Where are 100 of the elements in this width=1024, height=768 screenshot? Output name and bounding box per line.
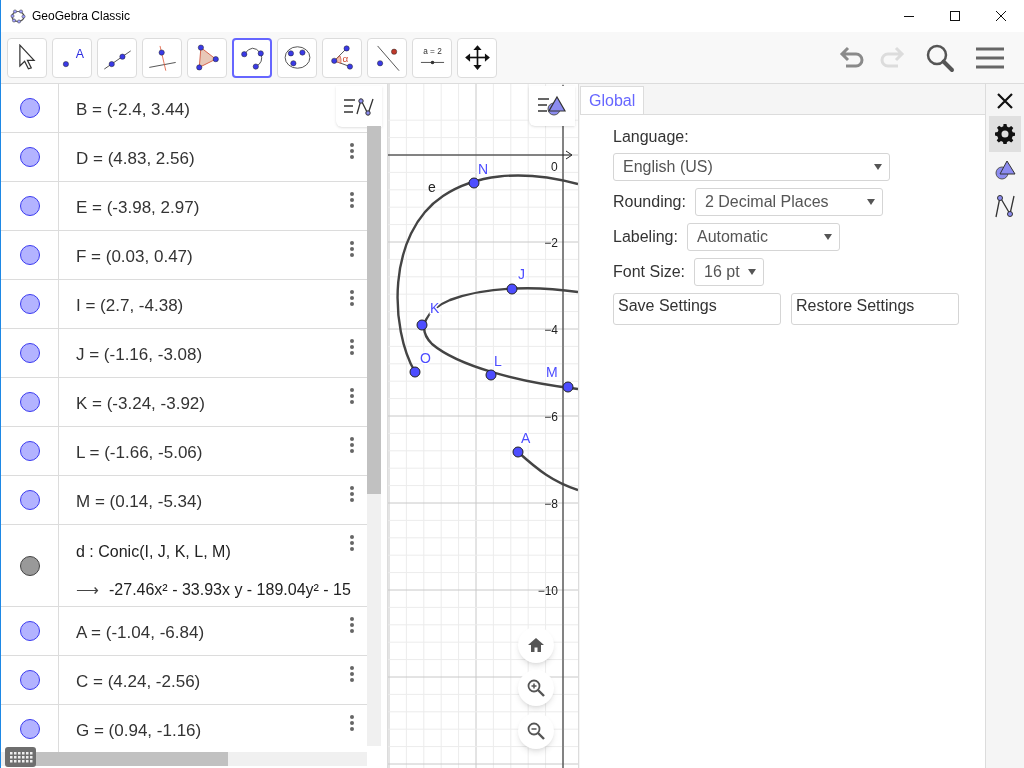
home-icon [528, 638, 544, 652]
more-options-icon[interactable] [349, 289, 355, 307]
settings-category-tab[interactable] [989, 116, 1021, 152]
font-size-select[interactable]: 16 pt [694, 258, 765, 286]
more-options-icon[interactable] [349, 665, 355, 683]
caret-icon [874, 164, 882, 170]
point[interactable] [416, 319, 428, 331]
axis-label: −6 [544, 410, 558, 424]
visibility-toggle[interactable] [19, 441, 40, 461]
window-title: GeoGebra Classic [32, 8, 131, 25]
horizontal-scrollbar[interactable] [1, 752, 367, 766]
more-options-icon[interactable] [349, 338, 355, 356]
point[interactable] [512, 446, 524, 458]
tool-button[interactable] [232, 37, 272, 78]
point-definition: B = (-2.4, 3.44) [76, 98, 190, 121]
home-button[interactable] [518, 627, 554, 663]
algebra-style-icon [343, 95, 375, 118]
undo-icon [838, 45, 866, 70]
scrollbar-thumb[interactable] [367, 126, 381, 494]
app-logo-icon [10, 8, 26, 24]
more-options-icon[interactable] [349, 616, 355, 634]
vertical-scrollbar[interactable] [367, 126, 381, 746]
graphics-style-icon [537, 95, 567, 117]
point-definition: F = (0.03, 0.47) [76, 245, 193, 268]
point-definition: M = (0.14, -5.34) [76, 490, 203, 513]
graphics-icon [994, 160, 1016, 180]
settings-tab[interactable]: Global [580, 86, 645, 115]
caret-icon [823, 234, 832, 240]
move-tool-icon [18, 44, 36, 71]
visibility-toggle[interactable] [19, 555, 40, 576]
menu-icon [976, 46, 1004, 69]
more-options-icon[interactable] [349, 191, 355, 209]
point[interactable] [468, 177, 480, 189]
visibility-toggle[interactable] [19, 621, 40, 641]
more-options-icon[interactable] [349, 534, 355, 552]
visibility-toggle[interactable] [19, 719, 40, 739]
graph-icon [994, 194, 1016, 218]
visibility-toggle[interactable] [19, 147, 40, 167]
caret-icon [866, 199, 875, 205]
save-settings-button[interactable]: Save Settings [613, 293, 781, 325]
keyboard-button[interactable] [5, 747, 36, 767]
more-options-icon[interactable] [349, 142, 355, 160]
visibility-toggle[interactable] [19, 490, 40, 510]
visibility-toggle[interactable] [19, 245, 40, 265]
conic-definition: d : Conic(I, J, K, L, M) [76, 542, 231, 562]
point-definition: A = (-1.04, -6.84) [76, 621, 205, 644]
more-options-icon[interactable] [349, 485, 355, 503]
curve-label: e [428, 179, 436, 195]
visibility-toggle[interactable] [19, 670, 40, 690]
zoom-in-button[interactable] [518, 670, 554, 706]
point[interactable] [485, 369, 497, 381]
point-definition: C = (4.24, -2.56) [76, 670, 201, 693]
output-arrow: ⟶ [76, 580, 99, 600]
point[interactable] [562, 381, 574, 393]
axis-label: −8 [544, 497, 558, 511]
visibility-toggle[interactable] [19, 196, 40, 216]
visibility-toggle[interactable] [19, 294, 40, 314]
algebra-style-button[interactable] [336, 86, 382, 127]
restore-settings-button[interactable]: Restore Settings [791, 293, 959, 325]
axis-label: 0 [551, 160, 558, 174]
more-options-icon[interactable] [349, 387, 355, 405]
more-options-icon[interactable] [349, 240, 355, 258]
more-options-icon[interactable] [349, 714, 355, 732]
field-label: Rounding: [613, 192, 686, 212]
minimize-icon [904, 15, 914, 17]
point-label: J [518, 266, 525, 282]
field-label: Font Size: [613, 262, 686, 282]
rounding-select[interactable]: 2 Decimal Places [694, 188, 883, 216]
point[interactable] [506, 283, 518, 295]
caret-icon [748, 269, 757, 275]
redo-icon [878, 45, 906, 70]
axis-label: −10 [537, 584, 558, 598]
visibility-toggle[interactable] [19, 343, 40, 363]
point-label: N [478, 161, 489, 177]
close-icon [997, 93, 1013, 109]
field-label: Language: [613, 127, 690, 147]
conic-curves-drawing[interactable] [396, 174, 578, 492]
point-label: L [494, 353, 502, 369]
more-options-icon[interactable] [349, 436, 355, 454]
point-definition: K = (-3.24, -3.92) [76, 392, 205, 415]
graphics-style-button[interactable] [529, 86, 575, 126]
maximize-icon [950, 11, 960, 21]
keyboard-icon [8, 751, 33, 763]
visibility-toggle[interactable] [19, 98, 40, 118]
point-definition: J = (-1.16, -3.08) [76, 343, 203, 366]
field-label: Labeling: [613, 227, 678, 247]
point-definition: G = (0.94, -1.16) [76, 719, 202, 742]
point-label: M [546, 364, 558, 380]
axis-label: −2 [544, 236, 558, 250]
point-definition: I = (2.7, -4.38) [76, 294, 184, 317]
point-definition: L = (-1.66, -5.06) [76, 441, 203, 464]
language-select[interactable]: English (US) [613, 153, 890, 181]
point-definition: D = (4.83, 2.56) [76, 147, 195, 170]
labeling-select[interactable]: Automatic [686, 223, 840, 251]
visibility-toggle[interactable] [19, 392, 40, 412]
axis-label: −4 [544, 323, 558, 337]
gear-icon [995, 124, 1015, 144]
zoom-out-button[interactable] [518, 713, 554, 749]
point[interactable] [409, 366, 421, 378]
conic-equation: -27.46x² - 33.93x y - 189.04y² - 15 [109, 580, 351, 600]
